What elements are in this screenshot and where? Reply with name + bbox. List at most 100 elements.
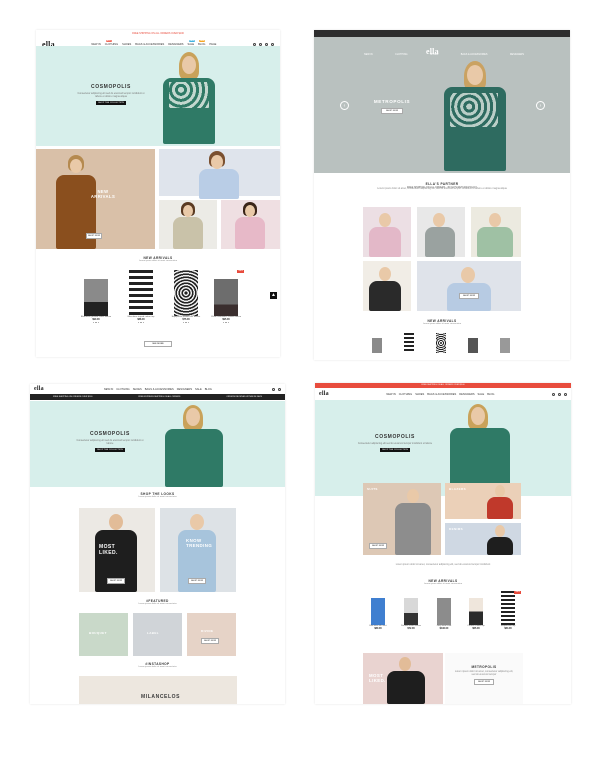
product-card[interactable]: Grey wool coat $190.00 — [429, 591, 459, 630]
product-thumb[interactable] — [500, 333, 510, 353]
homepage-layout-2: ella NEW IN CLOTHING SHOES BAGS & ACCESS… — [314, 30, 570, 360]
look-card[interactable]: KNOW TRENDING SHOP NOW — [160, 508, 236, 592]
section-heading: NEW ARRIVALS Lorem ipsum dolor sit amet … — [36, 256, 280, 262]
featured-card[interactable]: LABEL — [133, 613, 182, 656]
heart-icon[interactable] — [558, 392, 561, 396]
section-text: Lorem ipsum dolor sit amet, consectetur … — [377, 187, 507, 190]
nav-item[interactable]: NEW IN — [364, 53, 373, 56]
nav-item[interactable]: SALE — [478, 393, 485, 396]
product-card[interactable]: Printed sheer blouse $72.00 — [395, 591, 427, 630]
announcement-text: FREE SHIPPING ON ALL ORDERS OVER $100 — [421, 384, 465, 386]
nav-item[interactable]: BLOG — [205, 388, 212, 391]
promo-button[interactable]: SHOP NOW — [474, 679, 494, 685]
nav-item[interactable]: NEW IN — [104, 388, 113, 391]
nav-item[interactable]: SHOES — [430, 53, 438, 56]
site-header: ella NEW IN CLOTHING SHOES BAGS & ACCESS… — [34, 385, 281, 393]
product-card[interactable]: Equipment printed silk blouse $75.00 — [166, 270, 206, 324]
product-thumb[interactable] — [404, 333, 414, 353]
collage-tile[interactable] — [417, 207, 465, 257]
category-card-suits[interactable]: SUITS SHOP NOW — [363, 483, 441, 555]
hero-button[interactable]: SHOP THE COLLECTION — [96, 101, 126, 105]
cart-icon[interactable] — [278, 387, 281, 391]
hero-banner: COSMOPOLIS Consectetur adipiscing elit s… — [315, 400, 571, 498]
collage-tile[interactable] — [363, 207, 411, 257]
category-card-blazers[interactable]: BLAZERS — [445, 483, 521, 519]
cart-icon[interactable] — [564, 392, 567, 396]
collage-tile[interactable] — [471, 207, 521, 257]
product-price: $72.00 — [407, 627, 415, 630]
homepage-layout-3: ella NEW IN CLOTHING SHOES BAGS & ACCESS… — [30, 384, 285, 704]
search-icon[interactable] — [552, 392, 555, 396]
product-card[interactable]: Ella blue silk shirt $80.00 — [363, 591, 393, 630]
product-thumb[interactable] — [372, 333, 382, 353]
nav-item[interactable]: SALE — [195, 388, 202, 391]
slider-prev-icon[interactable]: ‹ — [340, 101, 349, 110]
nav-item[interactable]: CLOTHING — [116, 388, 129, 391]
nav-item[interactable]: BAGS & ACCESSORIES — [427, 393, 456, 396]
collage-tile-wide[interactable]: SHOP NOW — [417, 261, 521, 311]
product-thumb[interactable] — [468, 333, 478, 353]
nav-item[interactable]: BAGS & ACCESSORIES — [145, 388, 174, 391]
hero-button[interactable]: SHOP THE COLLECTION — [95, 448, 125, 452]
product-thumb[interactable] — [436, 333, 446, 353]
product-price: $95.00 — [222, 318, 230, 321]
featured-label: DIVINE — [201, 629, 214, 633]
hero-title: METROPOLIS — [373, 99, 411, 104]
product-card[interactable]: Moschino striped cotton top $88.00 — [121, 270, 161, 324]
nav-item[interactable]: BAGS & ACCESSORIES — [461, 53, 488, 56]
nav-badge: NEW — [199, 39, 206, 42]
promo-text-block: METROPOLIS Lorem ipsum dolor sit amet, c… — [445, 653, 523, 704]
product-card[interactable]: Cream chiffon top $65.00 — [461, 591, 491, 630]
look-button[interactable]: SHOP NOW — [107, 578, 125, 584]
tile-button[interactable]: SHOP NOW — [459, 293, 479, 299]
sale-badge: SALE — [514, 591, 521, 594]
category-label: SUITS — [367, 487, 378, 491]
category-button[interactable]: SHOP NOW — [369, 543, 387, 549]
nav-item[interactable]: DESIGNERS — [177, 388, 192, 391]
featured-card[interactable]: BOUQUET — [79, 613, 128, 656]
featured-button[interactable]: SHOP NOW — [201, 638, 219, 644]
nav-item[interactable]: DESIGNERS — [459, 393, 474, 396]
nav-item[interactable]: CLOTHING — [395, 53, 407, 56]
promo-image[interactable]: MOST LIKED. — [363, 653, 443, 704]
section-title: ELLA'S PARTNER — [425, 182, 459, 186]
hero-banner: COSMOPOLIS Consectetur adipiscing elit s… — [36, 46, 280, 146]
hero-button[interactable]: SHOP NOW — [381, 108, 403, 114]
site-logo[interactable]: ella — [319, 391, 329, 397]
nav-item[interactable]: CLOTHING — [399, 393, 412, 396]
collage-tile[interactable] — [363, 261, 411, 311]
product-card[interactable]: Blumarine printed sheer blouse $90.00 — [76, 270, 116, 324]
nav-item[interactable]: NEW IN — [386, 393, 395, 396]
hero-button[interactable]: SHOP THE COLLECTION — [380, 448, 410, 452]
section-subtitle: Lorem ipsum dolor sit amet consectetur — [138, 496, 177, 498]
see-more-button[interactable]: SEE MORE — [144, 341, 172, 347]
category-label: DENIMS — [449, 527, 464, 531]
banner-title: NEW ARRIVALS — [90, 189, 116, 199]
product-card[interactable]: SALE Chloe sleeveless cotton blouse $95.… — [206, 270, 246, 324]
nav-item[interactable]: DESIGNERS — [510, 53, 524, 56]
nav-item[interactable]: SHOES — [415, 393, 424, 396]
search-icon[interactable] — [272, 387, 275, 391]
look-button[interactable]: SHOP NOW — [188, 578, 206, 584]
product-price: $65.00 — [472, 627, 480, 630]
category-card-denims[interactable]: DENIMS — [445, 523, 521, 555]
product-price: $190.00 — [439, 627, 449, 630]
section-subtitle: Lorem ipsum dolor sit amet consectetur — [422, 323, 462, 325]
banner-button[interactable]: SHOP NOW — [86, 233, 102, 239]
collage-tile[interactable] — [159, 149, 280, 199]
nav-item[interactable]: BLOG — [487, 393, 494, 396]
collage-tile[interactable] — [159, 200, 217, 249]
promo-text: Lorem ipsum dolor sit amet, consectetur … — [454, 670, 514, 676]
product-card[interactable]: SALE Striped knit top $84.00 — [493, 591, 523, 630]
nav-item[interactable]: SHOES — [133, 388, 142, 391]
back-to-top-icon[interactable]: ▲ — [270, 292, 277, 299]
look-card[interactable]: MOST LIKED. SHOP NOW — [79, 508, 155, 592]
section-subtitle: Lorem ipsum dolor sit amet consectetur — [138, 603, 177, 605]
slider-next-icon[interactable]: › — [536, 101, 545, 110]
collage-tile[interactable] — [221, 200, 280, 249]
hero-text: Consectetur adipiscing elit sed do eiusm… — [357, 442, 433, 445]
instashop-banner[interactable]: MILANCELOS — [79, 676, 237, 704]
site-logo[interactable]: ella — [34, 386, 44, 392]
featured-card[interactable]: DIVINE SHOP NOW — [187, 613, 236, 656]
new-arrivals-banner[interactable]: NEW ARRIVALS SHOP NOW — [36, 149, 155, 249]
